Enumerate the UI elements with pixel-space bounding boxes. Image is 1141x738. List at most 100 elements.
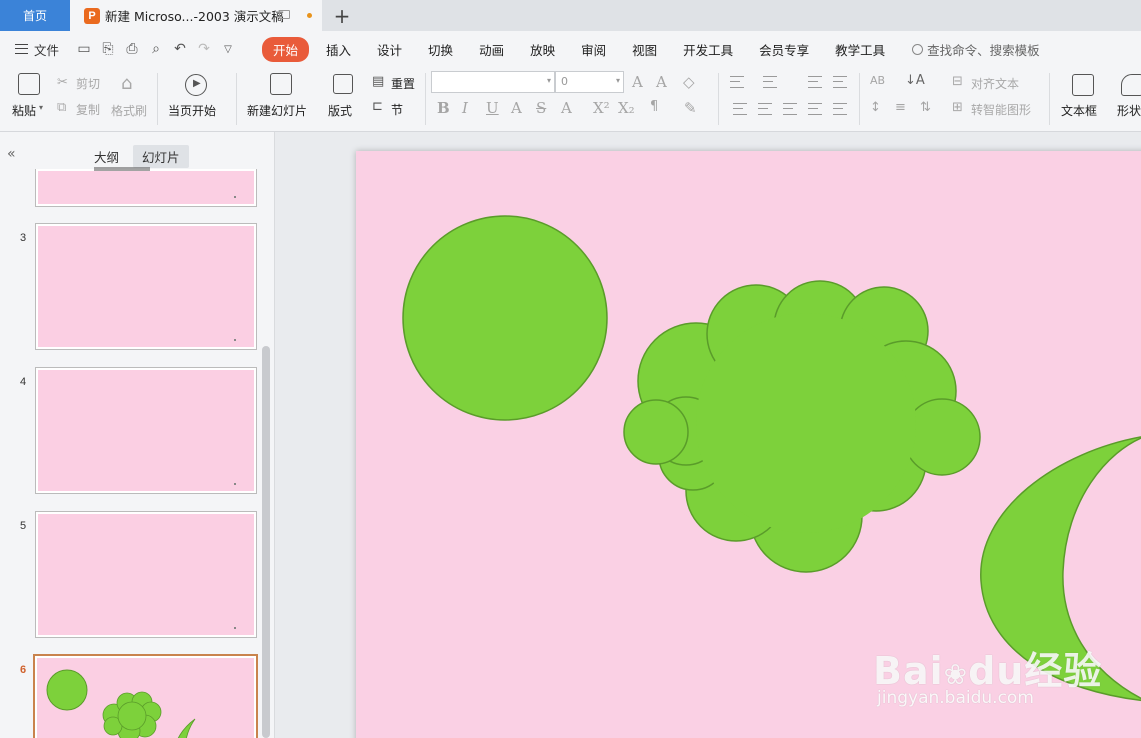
slide-thumbnail[interactable] [35,511,257,638]
menu-tab-view[interactable]: 视图 [619,40,670,59]
play-from-current-button[interactable]: 当页开始 [168,102,216,119]
menu-tab-home[interactable]: 开始 [262,36,310,62]
reset-button[interactable]: 重置 [391,75,415,92]
italic-icon[interactable]: I [462,99,468,117]
ribbon-divider [1049,73,1050,125]
thumbnail-shapes [46,669,196,738]
format-painter-button[interactable]: 格式刷 [111,102,147,119]
command-search[interactable]: 查找命令、搜索模板 [912,40,1040,59]
outline-tab[interactable]: 大纲 [85,145,128,168]
font-size-select[interactable]: 0 ▾ [555,71,624,93]
file-menu-button[interactable]: 文件 [0,40,66,59]
highlight-icon[interactable]: ✎ [684,99,697,117]
menu-tab-member[interactable]: 会员专享 [746,40,822,59]
menu-tab-transitions[interactable]: 切换 [415,40,466,59]
paw-logo-icon: ❀ [943,658,969,691]
paste-dropdown-icon[interactable]: ▾ [39,103,43,112]
shape-button[interactable]: 形状 [1117,102,1141,119]
watermark-url: jingyan.baidu.com [877,688,1034,708]
slide-thumbnail-selected[interactable] [33,654,258,738]
textbox-button[interactable]: 文本框 [1061,102,1097,119]
collapse-panel-icon[interactable]: « [7,146,16,162]
sort-icon[interactable]: ↓A [905,73,925,88]
slide-thumbnail[interactable] [35,223,257,350]
subscript-icon[interactable]: X₂ [618,99,635,117]
justify-icon[interactable] [808,103,822,115]
paste-icon[interactable] [18,73,40,95]
export-pdf-icon[interactable]: ⎘ [100,41,116,57]
search-icon [912,43,924,55]
cloud-shape[interactable] [623,280,981,573]
increase-indent-icon[interactable] [833,76,847,88]
text-direction-icon[interactable]: AB [870,74,885,87]
underline-icon[interactable]: U [486,99,499,117]
section-button[interactable]: 节 [391,101,403,118]
font-family-select[interactable]: ▾ [431,71,555,93]
window-mode-icon[interactable] [279,10,290,19]
align-center-icon[interactable] [758,103,772,115]
paragraph-spacing-icon[interactable]: ≡ [895,100,906,115]
panel-scrollbar[interactable] [262,346,270,738]
slide-thumbnail[interactable] [35,367,257,494]
paste-button[interactable]: 粘贴 [12,102,36,119]
menu-tab-animations[interactable]: 动画 [466,40,517,59]
font-family-dropdown-icon: ▾ [546,76,551,85]
strikethrough-icon[interactable]: S [536,99,546,117]
clear-formatting-icon[interactable]: ◇ [683,73,695,91]
align-left-icon[interactable] [733,103,747,115]
font-color-icon[interactable]: A [561,99,572,117]
menu-tab-review[interactable]: 审阅 [568,40,619,59]
slides-tab[interactable]: 幻灯片 [133,145,189,168]
new-slide-icon[interactable] [270,73,292,95]
circle-shape[interactable] [402,215,608,421]
line-spacing-icon[interactable]: ↕ [870,100,881,115]
redo-icon[interactable]: ↷ [196,41,212,57]
ribbon-toolbar: 粘贴 ▾ ✂ 剪切 ⧉ 复制 ⌂ 格式刷 ▶ 当页开始 新建幻灯片 版式 ▤ 重… [0,67,1141,132]
menu-tab-design[interactable]: 设计 [364,40,415,59]
print-icon[interactable]: ⎙ [124,41,140,57]
column-spacing-icon[interactable]: ⇅ [920,100,931,115]
bold-icon[interactable]: B [437,99,450,117]
layout-button[interactable]: 版式 [328,102,352,119]
convert-smartart-button[interactable]: 转智能图形 [971,101,1031,118]
play-triangle-icon: ▶ [193,78,201,89]
layout-icon[interactable] [333,74,353,94]
decrease-font-size-icon[interactable]: A [656,73,667,91]
menu-tab-developer[interactable]: 开发工具 [670,40,746,59]
new-tab-button[interactable]: + [322,0,362,31]
superscript-icon[interactable]: X² [593,99,610,117]
save-icon[interactable]: ▭ [76,41,92,57]
numbering-icon[interactable] [763,76,777,88]
menu-tabs: 开始 插入 设计 切换 动画 放映 审阅 视图 开发工具 会员专享 教学工具 [262,36,898,62]
phonetic-guide-icon[interactable]: ¶ [650,99,658,114]
slide-thumbnail[interactable] [35,167,257,207]
ribbon-divider [236,73,237,125]
format-painter-icon: ⌂ [121,73,133,94]
textbox-icon[interactable] [1072,74,1094,96]
home-tab[interactable]: 首页 [0,0,70,31]
command-search-placeholder: 查找命令、搜索模板 [927,42,1040,58]
decrease-indent-icon[interactable] [808,76,822,88]
distributed-align-icon[interactable] [833,103,847,115]
slide-number: 4 [20,376,27,388]
baidu-jingyan-watermark: Bai❀du经验 jingyan.baidu.com [873,640,1102,708]
align-right-icon[interactable] [783,103,797,115]
document-tab[interactable]: P 新建 Microso...-2003 演示文稿 [70,0,322,31]
align-text-button[interactable]: 对齐文本 [971,75,1019,92]
new-slide-button[interactable]: 新建幻灯片 [247,102,307,119]
cut-button[interactable]: 剪切 [76,75,100,92]
thumbnail-circle [46,669,88,711]
menu-tab-insert[interactable]: 插入 [313,40,364,59]
menu-tab-slideshow[interactable]: 放映 [517,40,568,59]
menu-tab-teaching[interactable]: 教学工具 [822,40,898,59]
thumbnail-dot [234,627,236,629]
bullets-icon[interactable] [730,76,744,88]
print-preview-icon[interactable]: ⌕ [148,41,164,57]
shadow-text-icon[interactable]: A [511,99,522,117]
undo-icon[interactable]: ↶ [172,41,188,57]
customize-toolbar-icon[interactable]: ▽ [220,44,236,55]
shape-icon[interactable] [1121,74,1141,96]
copy-button[interactable]: 复制 [76,101,100,118]
increase-font-size-icon[interactable]: A [632,73,643,91]
font-size-value: 0 [561,75,568,88]
